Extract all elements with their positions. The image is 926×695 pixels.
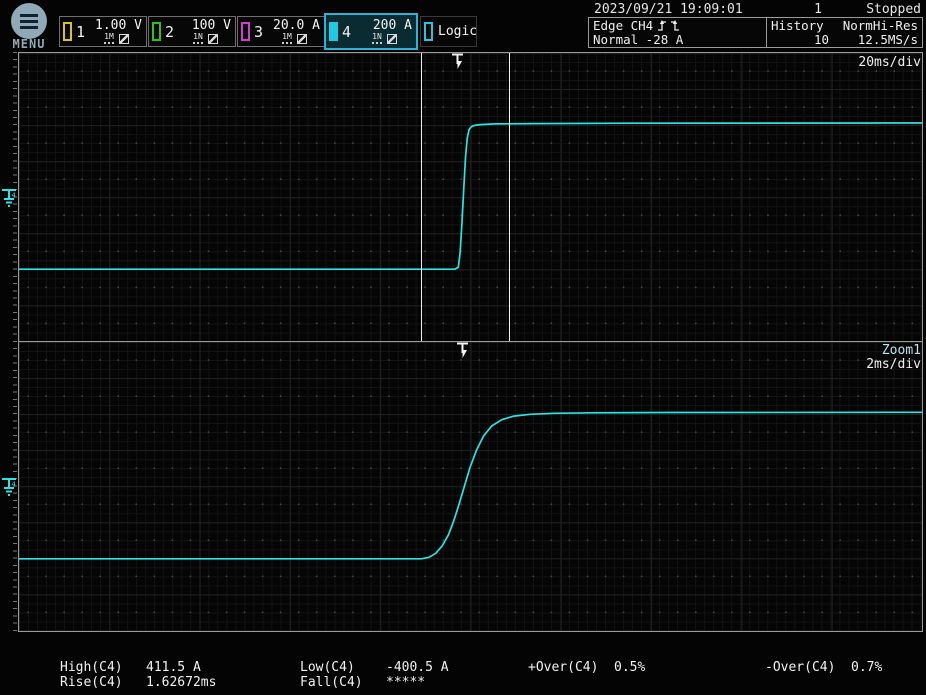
hamburger-icon — [20, 14, 38, 17]
measurement-low: Low(C4) -400.5 A — [300, 661, 449, 675]
acquisition-mode-label: NormHi-Res — [843, 19, 918, 32]
logic-box[interactable]: Logic — [420, 16, 477, 47]
main-trigger-position-marker — [450, 53, 465, 70]
channel-2-color-bar — [152, 22, 161, 41]
channel-2-probe-icon — [208, 34, 218, 44]
rising-edge-icon — [657, 19, 681, 32]
main-trace-svg — [19, 53, 922, 341]
channel-3-probe-icon — [297, 34, 307, 44]
channel-1-number: 1 — [76, 23, 87, 41]
channel-2-coupling-icon: 1N — [193, 33, 203, 44]
channel-4-box-selected[interactable]: 4 200 A 1N — [324, 13, 418, 50]
channel-1-color-bar — [63, 22, 72, 41]
zoom-waveform-window — [18, 341, 923, 632]
trigger-settings[interactable]: Edge CH4 Normal -28 A — [589, 18, 767, 47]
main-timebase-label: 20ms/div — [858, 55, 921, 70]
sample-rate-label: 12.5MS/s — [858, 33, 918, 46]
measurement-column-3: +Over(C4) 0.5% — [528, 661, 645, 675]
zoom-region-left-cursor[interactable] — [421, 53, 422, 341]
channel-3-box[interactable]: 3 20.0 A 1M — [237, 16, 325, 47]
channel-4-color-bar — [329, 22, 338, 41]
history-label: History — [771, 19, 824, 32]
zoom-window-name-label: Zoom1 — [882, 343, 921, 358]
channel-4-ground-marker-zoom: 4 — [1, 474, 21, 498]
run-state-label: Stopped — [866, 2, 921, 17]
main-waveform-window — [18, 52, 923, 342]
channel-1-probe-icon — [119, 34, 129, 44]
measurement-column-2: Low(C4) -400.5 A Fall(C4) ***** — [300, 661, 449, 690]
zoom-region-right-cursor[interactable] — [509, 53, 510, 341]
measurement-fall: Fall(C4) ***** — [300, 676, 449, 690]
trigger-history-box: Edge CH4 Normal -28 A History NormHi-Res… — [588, 17, 923, 48]
channel-3-color-bar — [241, 22, 250, 41]
channel-2-scale: 100 V — [180, 19, 231, 32]
measurement-column-4: -Over(C4) 0.7% — [765, 661, 882, 675]
history-count: 10 — [771, 33, 829, 46]
measurement-neg-overshoot: -Over(C4) 0.7% — [765, 661, 882, 675]
trigger-mode-label: Normal -28 A — [593, 33, 762, 46]
measurement-rise: Rise(C4) 1.62672ms — [60, 676, 216, 690]
channel-4-ground-marker-main: 4 — [1, 185, 21, 209]
channel-1-box[interactable]: 1 1.00 V 1M — [59, 16, 147, 47]
logic-color-bar — [424, 22, 433, 41]
channel-4-number: 4 — [342, 23, 353, 41]
svg-text:4: 4 — [12, 481, 16, 489]
measurement-high: High(C4) 411.5 A — [60, 661, 216, 675]
oscilloscope-screen: MENU 1 1.00 V 1M 2 100 V 1N 3 20.0 A — [0, 0, 926, 695]
channel-3-number: 3 — [254, 23, 265, 41]
logic-label: Logic — [438, 25, 477, 38]
zoom-timebase-label: 2ms/div — [866, 357, 921, 372]
channel-2-number: 2 — [165, 23, 176, 41]
channel-1-coupling-icon: 1M — [104, 33, 114, 44]
zoom-trace-svg — [19, 342, 922, 631]
datetime-text: 2023/09/21 19:09:01 — [594, 2, 743, 17]
measurement-pos-overshoot: +Over(C4) 0.5% — [528, 661, 645, 675]
zoom-trigger-position-marker — [455, 342, 470, 359]
trigger-type-label: Edge CH4 — [593, 19, 653, 32]
channel-4-scale: 200 A — [357, 19, 412, 32]
menu-button[interactable] — [11, 3, 47, 39]
channel-4-coupling-icon: 1N — [372, 33, 382, 44]
channel-4-probe-icon — [387, 34, 397, 44]
channel-3-scale: 20.0 A — [269, 19, 320, 32]
acquisition-count: 1 — [790, 2, 822, 17]
channel-1-scale: 1.00 V — [91, 19, 142, 32]
svg-text:4: 4 — [12, 192, 16, 200]
measurement-column-1: High(C4) 411.5 A Rise(C4) 1.62672ms — [60, 661, 216, 690]
history-settings[interactable]: History NormHi-Res 10 12.5MS/s — [767, 18, 922, 47]
channel-2-box[interactable]: 2 100 V 1N — [148, 16, 236, 47]
menu-button-label: MENU — [6, 37, 52, 51]
channel-3-coupling-icon: 1M — [282, 33, 292, 44]
